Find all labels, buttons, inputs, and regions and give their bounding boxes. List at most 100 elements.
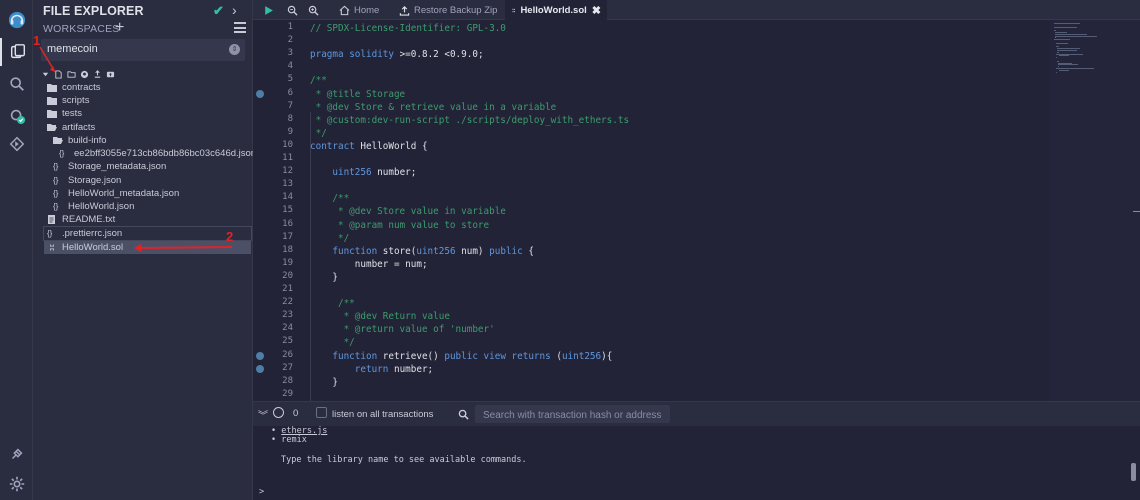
json-file-icon: {} [53, 176, 59, 185]
search-icon[interactable] [0, 70, 33, 98]
code-line: return number; [354, 363, 434, 375]
terminal-line: • remix [271, 435, 307, 445]
solidity-compiler-icon[interactable] [0, 102, 33, 130]
terminal-output[interactable]: • ethers.js • remix Type the library nam… [253, 426, 1140, 500]
close-tab-icon[interactable]: ✖ [592, 4, 601, 17]
deploy-run-icon[interactable] [0, 130, 33, 158]
file-tree-toolbar [41, 68, 115, 80]
solidity-file-icon [47, 243, 59, 253]
search-icon [458, 407, 469, 425]
line-number: 29 [282, 388, 293, 399]
tab-home[interactable]: Home [333, 0, 385, 20]
tree-item-storage-metadata[interactable]: {} Storage_metadata.json [53, 160, 166, 173]
chevron-right-icon[interactable]: › [232, 2, 237, 18]
workspace-menu-icon[interactable] [234, 22, 246, 33]
check-icon: ✔ [213, 3, 224, 18]
minimap-line [1056, 42, 1068, 44]
minimap-line [1056, 71, 1058, 73]
line-number: 17 [282, 231, 293, 242]
upload-folder-icon[interactable] [106, 70, 115, 79]
new-file-icon[interactable] [54, 69, 63, 79]
tree-item-helloworld-json[interactable]: {} HelloWorld.json [53, 200, 134, 213]
tab-helloworld-sol[interactable]: HelloWorld.sol ✖ [505, 0, 607, 20]
remix-logo-icon[interactable] [0, 6, 33, 34]
line-number: 10 [282, 139, 293, 150]
plugin-manager-icon[interactable] [0, 440, 33, 468]
editor-scroll-marker [1133, 211, 1140, 212]
tree-item-label: contracts [62, 82, 101, 93]
line-number: 26 [282, 349, 293, 360]
breakpoint-marker[interactable] [256, 352, 264, 360]
zoom-out-button[interactable] [287, 0, 303, 20]
tree-item-artifacts[interactable]: artifacts [47, 121, 95, 134]
line-number: 20 [282, 270, 293, 281]
code-line: * @dev Store value in variable [310, 206, 506, 218]
tree-item-label: HelloWorld_metadata.json [68, 188, 180, 199]
tree-item-contracts[interactable]: contracts [47, 81, 101, 94]
clear-console-icon[interactable] [273, 407, 284, 418]
tree-item-label: README.txt [62, 214, 116, 225]
home-icon [339, 5, 350, 15]
line-number: 19 [282, 257, 293, 268]
github-icon[interactable] [80, 70, 89, 79]
terminal-prompt[interactable]: > [259, 487, 264, 497]
zoom-in-button[interactable] [308, 0, 324, 20]
new-folder-icon[interactable] [67, 70, 76, 79]
breakpoint-marker[interactable] [256, 365, 264, 373]
transaction-search-input[interactable] [475, 406, 670, 425]
tree-item-label: .prettierrc.json [62, 228, 123, 239]
terminal-scrollbar[interactable] [1131, 463, 1136, 481]
tree-item-build-info[interactable]: build-info [53, 134, 107, 147]
code-line: uint256 number; [332, 167, 417, 179]
json-file-icon: {} [53, 189, 59, 198]
caret-down-icon[interactable] [41, 70, 50, 79]
annotation-number-2: 2 [226, 229, 234, 244]
solidity-icon [512, 7, 515, 13]
breakpoint-marker[interactable] [256, 90, 264, 98]
tab-label: Restore Backup Zip [414, 4, 498, 16]
code-line: */ [310, 127, 327, 139]
settings-gear-icon[interactable] [0, 470, 33, 498]
tree-item-build-info-json[interactable]: {} ee2bff3055e713cb86bdb86bc03c646d.json [59, 147, 256, 160]
tree-item-readme[interactable]: README.txt [47, 213, 115, 226]
tree-item-scripts[interactable]: scripts [47, 94, 89, 107]
file-explorer-icon[interactable] [0, 38, 33, 66]
code-line: * @dev Store & retrieve value in a varia… [310, 101, 557, 113]
json-file-icon: {} [53, 162, 59, 171]
tree-item-helloworld-sol[interactable]: HelloWorld.sol [44, 241, 251, 254]
line-number: 7 [287, 100, 293, 111]
zoom-in-icon [308, 5, 319, 16]
code-editor[interactable]: 1 2 3 4 5 6 7 8 9 10 11 12 13 14 15 16 17 18 19 20 21 22 23 24 2… [253, 20, 1050, 401]
line-number: 2 [287, 35, 293, 46]
upload-icon [399, 5, 410, 16]
listen-checkbox[interactable] [316, 407, 327, 418]
run-script-button[interactable] [263, 0, 283, 20]
minimap-line [1054, 35, 1097, 37]
tree-item-helloworld-metadata[interactable]: {} HelloWorld_metadata.json [53, 187, 179, 200]
folder-icon [47, 83, 59, 93]
collapse-terminal-icon[interactable]: ︾ [258, 407, 268, 422]
annotation-number-1: 1 [33, 33, 41, 48]
code-line: * @param num value to store [310, 219, 490, 231]
line-number: 3 [287, 48, 293, 59]
line-number: 25 [282, 336, 293, 347]
tree-item-prettierrc[interactable]: {} .prettierrc.json [43, 226, 252, 241]
tree-item-label: ee2bff3055e713cb86bdb86bc03c646d.json [74, 148, 257, 159]
tree-item-label: HelloWorld.sol [62, 242, 124, 253]
tab-label: HelloWorld.sol [520, 4, 587, 16]
upload-file-icon[interactable] [93, 69, 102, 79]
chevron-updown-icon: ⇕ [229, 44, 240, 55]
code-line: * @custom:dev-run-script ./scripts/deplo… [310, 114, 630, 126]
minimap-line [1056, 57, 1058, 59]
tree-item-storage-json[interactable]: {} Storage.json [53, 174, 121, 187]
tree-item-tests[interactable]: tests [47, 107, 82, 120]
workspace-select[interactable]: memecoin ⇕ [41, 39, 245, 61]
add-workspace-icon[interactable]: + [115, 19, 124, 37]
folder-icon [47, 96, 59, 106]
code-line: */ [310, 232, 350, 244]
bullet: • [271, 435, 277, 445]
tree-item-label: scripts [62, 95, 90, 106]
folder-icon [47, 109, 59, 119]
editor-minimap[interactable] [1050, 20, 1140, 401]
tab-restore-backup-zip[interactable]: Restore Backup Zip [393, 0, 503, 20]
